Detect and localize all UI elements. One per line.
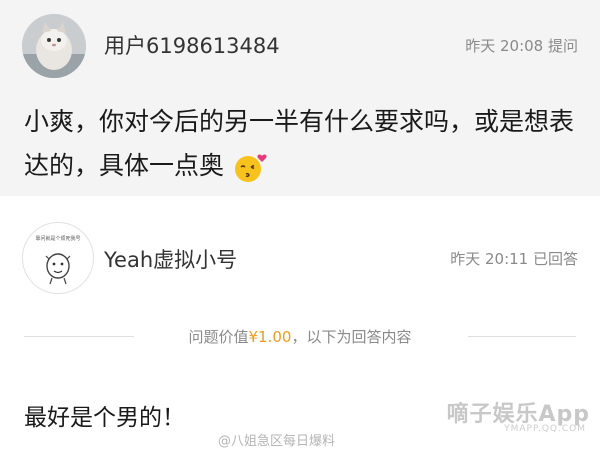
reward-price: ¥1.00 <box>248 328 292 346</box>
reward-divider: 问题价值¥1.00，以下为回答内容 <box>0 322 600 352</box>
reward-suffix: ，以下为回答内容 <box>291 328 412 346</box>
question-section: 用户6198613484 昨天 20:08 提问 小爽，你对今后的另一半有什么要… <box>0 0 600 196</box>
reward-prefix: 问题价值 <box>188 328 249 346</box>
answer-text: 最好是个男的！ <box>24 405 185 431</box>
question-body: 小爽，你对今后的另一半有什么要求吗，或是想表达的，具体一点奥 <box>24 107 575 180</box>
answerer-avatar[interactable]: 靠问就是个烦死我号 <box>22 222 94 294</box>
answerer-username[interactable]: Yeah虚拟小号 <box>104 244 237 274</box>
cat-photo-icon <box>22 14 86 78</box>
divider-right <box>468 336 576 337</box>
kiss-emoji-icon <box>232 150 272 184</box>
question-text: 小爽，你对今后的另一半有什么要求吗，或是想表达的，具体一点奥 <box>24 100 584 188</box>
brand-sub-watermark: YMAPP.QQ.COM <box>504 424 586 434</box>
answer-time: 昨天 20:11 已回答 <box>450 250 578 268</box>
question-time: 昨天 20:08 提问 <box>465 37 578 55</box>
asker-avatar[interactable] <box>22 14 86 78</box>
weibo-watermark: @八姐急区每日爆料 <box>218 434 336 449</box>
cartoon-face-icon <box>45 253 71 285</box>
asker-username[interactable]: 用户6198613484 <box>104 30 280 60</box>
